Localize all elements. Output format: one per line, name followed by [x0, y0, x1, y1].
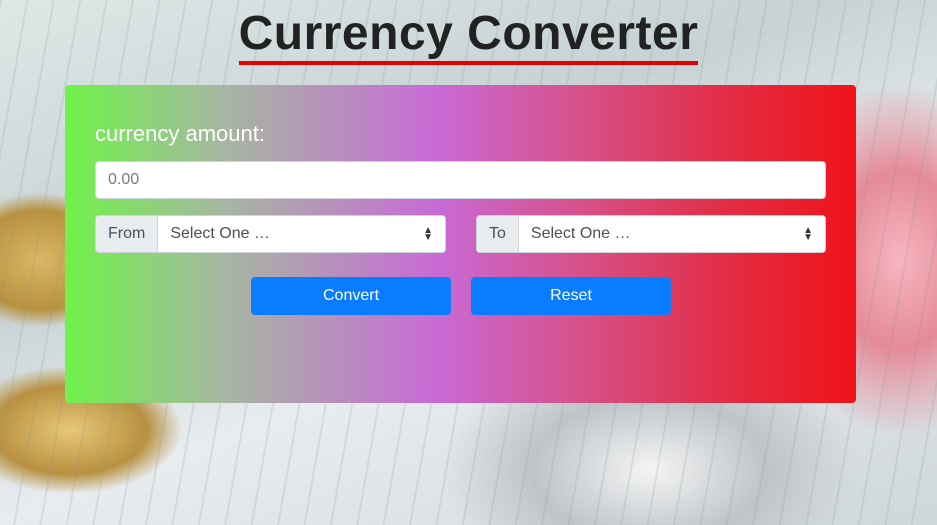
from-currency-group: From Select One … ▲ ▼	[95, 215, 446, 253]
to-currency-selected: Select One …	[530, 225, 631, 242]
page-title-text: Currency Converter	[238, 7, 699, 65]
from-currency-selected: Select One …	[170, 225, 270, 242]
converter-panel: currency amount: 0.00 From Select One … …	[65, 85, 856, 403]
convert-button[interactable]: Convert	[251, 277, 451, 315]
to-currency-select[interactable]: Select One … ▲ ▼	[518, 216, 825, 252]
to-addon-label: To	[477, 216, 519, 252]
up-down-caret-icon: ▲ ▼	[423, 225, 433, 243]
reset-button[interactable]: Reset	[471, 277, 671, 315]
up-down-caret-icon: ▲ ▼	[803, 225, 813, 243]
amount-input[interactable]: 0.00	[95, 161, 826, 199]
from-addon-label: From	[96, 216, 159, 252]
amount-placeholder: 0.00	[108, 171, 140, 188]
amount-label: currency amount:	[95, 121, 265, 146]
page-title: Currency Converter	[0, 6, 937, 65]
to-currency-group: To Select One … ▲ ▼	[476, 215, 826, 253]
from-currency-select[interactable]: Select One … ▲ ▼	[158, 216, 445, 252]
